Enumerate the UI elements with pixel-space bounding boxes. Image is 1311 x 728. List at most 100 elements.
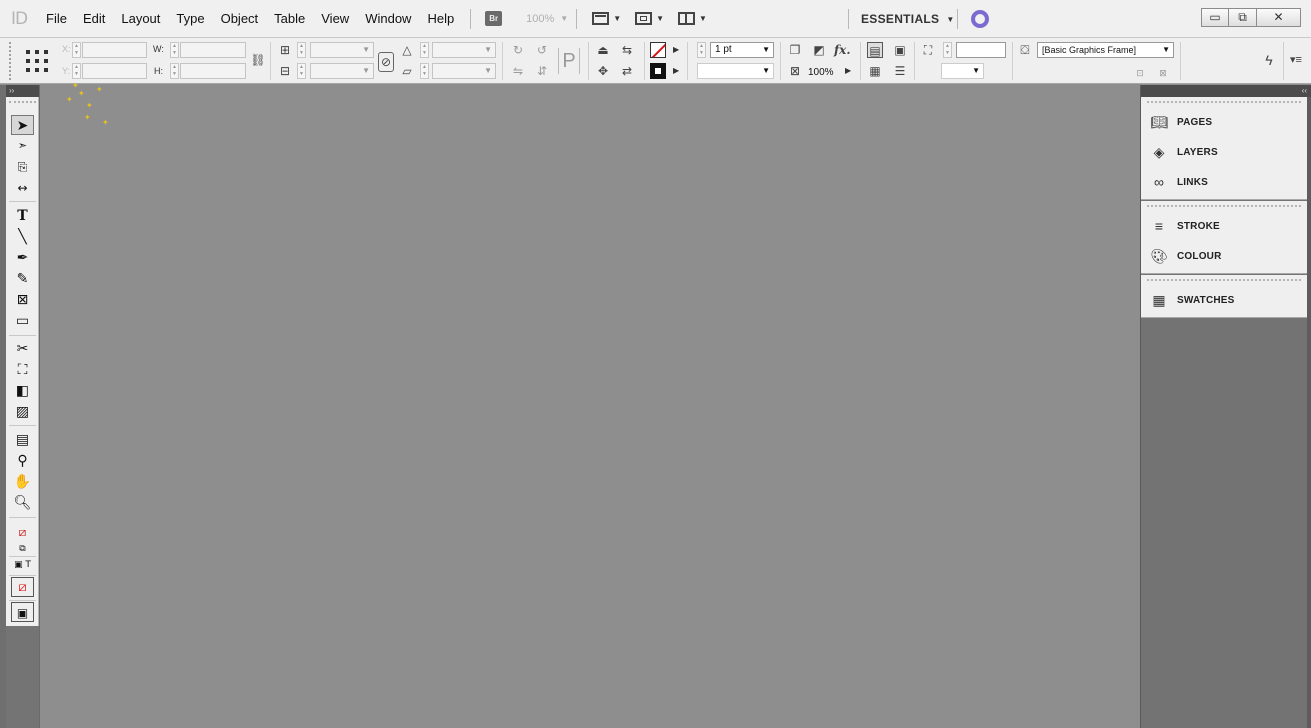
close-button[interactable]: ✕ — [1257, 8, 1301, 27]
dock-grip[interactable] — [1147, 101, 1301, 103]
scale-x-stepper[interactable]: ▲ ▼ — [297, 42, 306, 58]
panel-swatches[interactable]: ▦ SWATCHES — [1141, 285, 1307, 315]
clear-attributes-icon[interactable]: ⊠ — [1155, 65, 1171, 81]
menu-view[interactable]: View — [313, 0, 357, 38]
rotation-dropdown[interactable]: ▼ — [432, 42, 496, 58]
opacity-value[interactable]: 100% — [808, 67, 834, 78]
chevron-right-icon[interactable]: ▶ — [845, 66, 851, 75]
no-text-wrap-icon[interactable]: ▤ — [867, 42, 883, 58]
free-transform-tool-icon[interactable]: ⛶ — [11, 360, 34, 380]
select-content-icon[interactable]: ✥ — [595, 63, 611, 79]
y-stepper[interactable]: ▲ ▼ — [72, 63, 81, 79]
scale-x-dropdown[interactable]: ▼ — [310, 42, 374, 58]
restore-button[interactable]: ⧉ — [1229, 8, 1257, 27]
workspace-switcher[interactable]: ESSENTIALS ▼ — [861, 0, 955, 38]
fx-button[interactable]: fx. — [834, 42, 851, 58]
hand-tool-icon[interactable]: ✋ — [11, 472, 34, 492]
shadow-icon[interactable]: ◩ — [811, 42, 827, 58]
formatting-affects-container-icon[interactable]: ▣ T — [11, 555, 34, 575]
selection-tool-icon[interactable]: ➤ — [11, 115, 34, 135]
note-tool-icon[interactable]: ▤ — [11, 430, 34, 450]
w-stepper[interactable]: ▲ ▼ — [170, 42, 179, 58]
scale-y-stepper[interactable]: ▲ ▼ — [297, 63, 306, 79]
zoom-dropdown[interactable]: 100% ▼ — [508, 13, 568, 25]
stroke-swatch[interactable] — [650, 42, 666, 58]
column-count-field[interactable] — [956, 42, 1006, 58]
shear-stepper[interactable]: ▲ ▼ — [420, 63, 429, 79]
eyedropper-tool-icon[interactable]: ⚲ — [11, 451, 34, 471]
jump-object-icon[interactable]: ☰ — [892, 63, 908, 79]
select-next-object-icon[interactable]: ⇄ — [619, 63, 635, 79]
menu-edit[interactable]: Edit — [75, 0, 113, 38]
dock-collapse[interactable]: ‹‹ — [1141, 85, 1311, 97]
menu-layout[interactable]: Layout — [113, 0, 168, 38]
panel-stroke[interactable]: ≡ STROKE — [1141, 211, 1307, 241]
gradient-feather-tool-icon[interactable]: ▨ — [11, 402, 34, 422]
pen-tool-icon[interactable]: ✒ — [11, 248, 34, 268]
quick-apply-icon[interactable]: ϟ — [1261, 52, 1277, 68]
menu-help[interactable]: Help — [419, 0, 462, 38]
screen-mode-button[interactable]: ▼ — [635, 12, 664, 25]
flip-horizontal-icon[interactable]: ⇋ — [510, 63, 526, 79]
tools-panel-collapse[interactable]: ›› — [6, 85, 39, 97]
x-field[interactable] — [82, 42, 147, 58]
rectangle-frame-tool-icon[interactable]: ⊠ — [11, 290, 34, 310]
constrain-scale-icon[interactable]: ⊘ — [378, 52, 394, 72]
menu-type[interactable]: Type — [168, 0, 212, 38]
minimize-button[interactable]: ▭ — [1201, 8, 1229, 27]
rectangle-tool-icon[interactable]: ▭ — [11, 311, 34, 331]
line-tool-icon[interactable]: ╲ — [11, 227, 34, 247]
sync-settings-icon[interactable] — [971, 10, 989, 28]
fill-swatch[interactable] — [650, 63, 666, 79]
type-tool-icon[interactable]: T — [11, 206, 34, 226]
page-tool-icon[interactable]: ⎘ — [11, 157, 34, 177]
zoom-tool-icon[interactable]: 🔍︎ — [11, 493, 34, 513]
scissors-tool-icon[interactable]: ✂ — [11, 339, 34, 359]
flip-vertical-icon[interactable]: ⇵ — [534, 63, 550, 79]
document-canvas[interactable]: ✦ ✦ ✦ ✦ ✦ ✦ ✦ — [40, 81, 1140, 728]
object-style-dropdown[interactable]: [Basic Graphics Frame] ▼ — [1037, 42, 1174, 58]
panel-menu-icon[interactable]: ▾≡ — [1288, 52, 1304, 68]
h-stepper[interactable]: ▲ ▼ — [170, 63, 179, 79]
h-field[interactable] — [180, 63, 246, 79]
scale-y-dropdown[interactable]: ▼ — [310, 63, 374, 79]
shear-dropdown[interactable]: ▼ — [432, 63, 496, 79]
apply-none-icon[interactable]: ⧄ — [11, 577, 34, 597]
rotate-ccw-icon[interactable]: ↺ — [534, 42, 550, 58]
wrap-object-shape-icon[interactable]: ▦ — [867, 63, 883, 79]
select-previous-object-icon[interactable]: ⇆ — [619, 42, 635, 58]
gradient-swatch-tool-icon[interactable]: ◧ — [11, 381, 34, 401]
stroke-type-dropdown[interactable]: ▼ — [697, 63, 774, 79]
rotation-stepper[interactable]: ▲ ▼ — [420, 42, 429, 58]
panel-links[interactable]: ∞ LINKS — [1141, 167, 1307, 197]
menu-table[interactable]: Table — [266, 0, 313, 38]
view-options-button[interactable]: ▼ — [592, 12, 621, 25]
menu-file[interactable]: File — [38, 0, 75, 38]
chevron-right-icon[interactable]: ▶ — [673, 45, 679, 54]
w-field[interactable] — [180, 42, 246, 58]
wrap-bounding-box-icon[interactable]: ▣ — [892, 42, 908, 58]
control-panel-grip[interactable] — [9, 42, 11, 80]
direct-selection-tool-icon[interactable]: ➣ — [11, 136, 34, 156]
x-stepper[interactable]: ▲ ▼ — [72, 42, 81, 58]
y-field[interactable] — [82, 63, 147, 79]
panel-layers[interactable]: ◈ LAYERS — [1141, 137, 1307, 167]
reference-point-icon[interactable] — [26, 50, 48, 72]
panel-pages[interactable]: 📖︎ PAGES — [1141, 107, 1307, 137]
panel-colour[interactable]: 🎨︎ COLOUR — [1141, 241, 1307, 271]
rotate-cw-icon[interactable]: ↻ — [510, 42, 526, 58]
constrain-proportions-icon[interactable]: ⛓ — [250, 52, 266, 68]
chevron-right-icon[interactable]: ▶ — [673, 66, 679, 75]
menu-window[interactable]: Window — [357, 0, 419, 38]
stroke-weight-stepper[interactable]: ▲ ▼ — [697, 42, 706, 58]
arrange-documents-button[interactable]: ▼ — [678, 12, 707, 25]
tools-grip[interactable] — [9, 101, 36, 103]
clear-overrides-icon[interactable]: ⊡ — [1132, 65, 1148, 81]
auto-fit-icon[interactable]: ⛶ — [920, 42, 936, 58]
screen-mode-normal-icon[interactable]: ▣ — [11, 602, 34, 622]
dock-grip[interactable] — [1147, 279, 1301, 281]
menu-object[interactable]: Object — [213, 0, 267, 38]
pencil-tool-icon[interactable]: ✎ — [11, 269, 34, 289]
column-count-stepper[interactable]: ▲ ▼ — [943, 42, 952, 58]
gap-tool-icon[interactable]: ↔ — [11, 178, 34, 198]
